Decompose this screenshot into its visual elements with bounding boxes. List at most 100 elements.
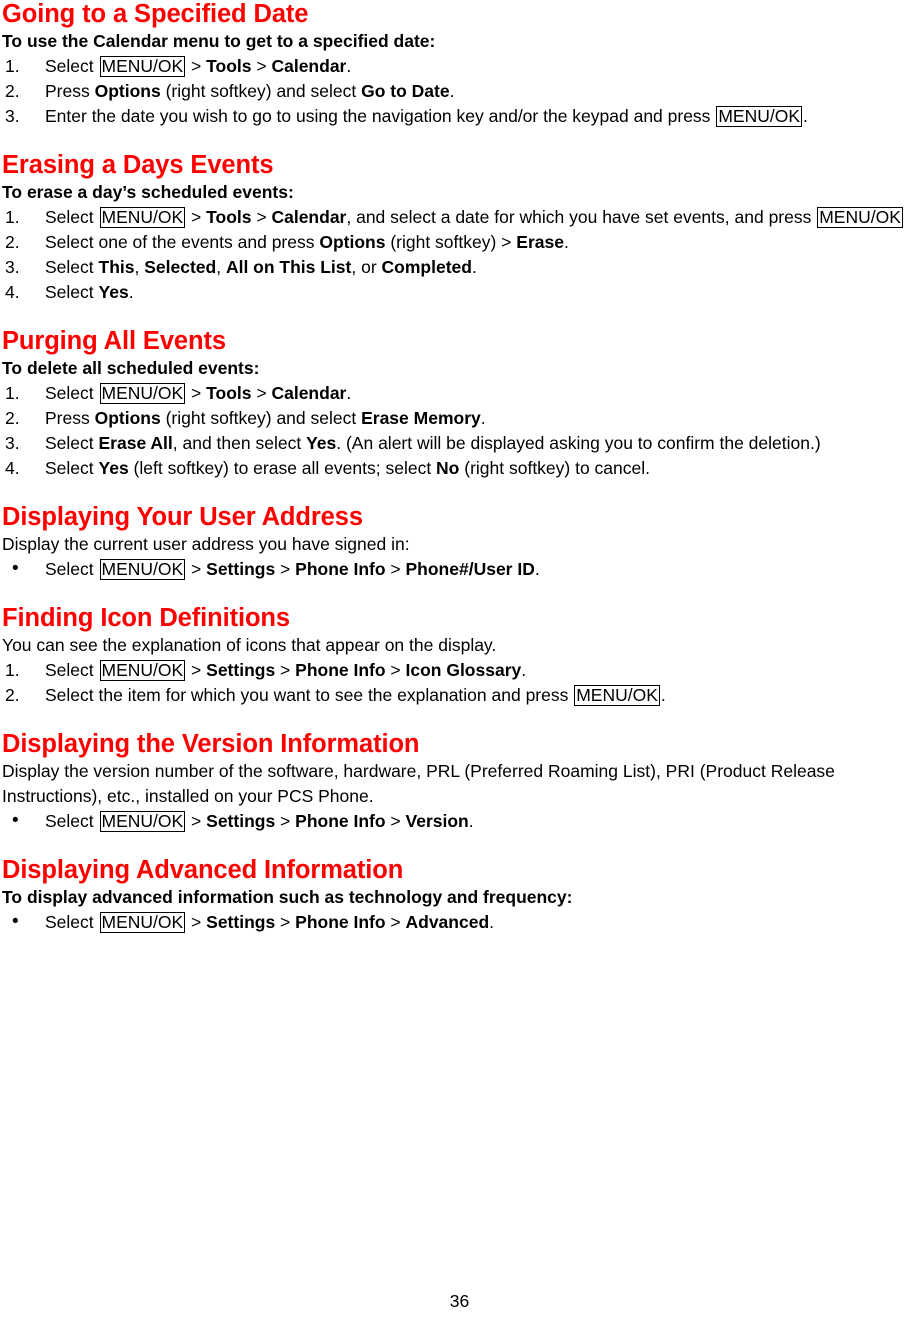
section-lead: To erase a day’s scheduled events:: [2, 182, 294, 202]
step-number: 1.: [5, 207, 20, 227]
text-run: Select: [45, 207, 99, 227]
menu-label: Tools: [206, 207, 252, 227]
step-text: Select one of the events and press Optio…: [45, 230, 911, 255]
bullet-list: • Select MENU/OK > Settings > Phone Info …: [2, 809, 911, 834]
step-item: • Select MENU/OK > Settings > Phone Info …: [2, 809, 911, 834]
menu-label: Settings: [206, 660, 276, 680]
step-item: 3. Enter the date you wish to go to using…: [2, 104, 911, 129]
menu-label: Calendar: [271, 207, 347, 227]
text-run: (right softkey) to cancel.: [459, 458, 651, 478]
section: Displaying Your User Address Display the …: [2, 503, 911, 604]
step-text: Select MENU/OK > Tools > Calendar, and s…: [45, 205, 911, 230]
text-run: Select: [45, 559, 99, 579]
step-item: 2. Press Options (right softkey) and sele…: [2, 406, 911, 431]
numbered-step-list: 1. Select MENU/OK > Tools > Calendar. 2. Pr…: [2, 54, 911, 129]
step-number: 2.: [5, 685, 20, 705]
menu-ok-key[interactable]: MENU/OK: [99, 56, 186, 77]
text-run: (right softkey) >: [385, 232, 517, 252]
menu-label: Phone Info: [295, 811, 386, 831]
text-run: Press: [45, 81, 95, 101]
menu-label: Erase: [516, 232, 564, 252]
menu-label: Erase Memory: [361, 408, 481, 428]
text-run: .: [468, 811, 474, 831]
text-run: . (An alert will be displayed asking you…: [336, 433, 821, 453]
menu-label: Settings: [206, 811, 276, 831]
section-lead: Display the version number of the softwa…: [2, 761, 835, 806]
step-item: 3. Select This, Selected, All on This Lis…: [2, 255, 911, 280]
menu-label: All on This List: [225, 257, 352, 277]
section-heading: Purging All Events: [2, 327, 226, 355]
step-item: 4. Select Yes (left softkey) to erase all…: [2, 456, 911, 481]
menu-ok-key[interactable]: MENU/OK: [99, 912, 186, 933]
text-run: >: [186, 660, 207, 680]
menu-ok-key[interactable]: MENU/OK: [99, 811, 186, 832]
text-run: >: [186, 207, 207, 227]
step-text: Select This, Selected, All on This List,…: [45, 255, 911, 280]
section: Going to a Specified Date To use the Cale…: [2, 0, 911, 151]
step-number: 1.: [5, 56, 20, 76]
menu-label: Completed: [381, 257, 472, 277]
step-text: Select MENU/OK > Settings > Phone Info >…: [45, 557, 911, 582]
step-number: 1.: [5, 660, 20, 680]
step-number: 1.: [5, 383, 20, 403]
text-run: (right softkey) and select: [160, 408, 362, 428]
section-heading: Finding Icon Definitions: [2, 604, 290, 632]
menu-ok-key[interactable]: MENU/OK: [99, 207, 186, 228]
section: Displaying the Version Information Displa…: [2, 730, 911, 856]
step-text: Press Options (right softkey) and select…: [45, 79, 911, 104]
menu-label: Selected: [144, 257, 217, 277]
bullet-list: • Select MENU/OK > Settings > Phone Info …: [2, 910, 911, 935]
text-run: >: [385, 811, 406, 831]
menu-label: Go to Date: [361, 81, 450, 101]
text-run: .: [521, 660, 527, 680]
step-number: 4.: [5, 282, 20, 302]
menu-ok-key[interactable]: MENU/OK: [817, 207, 903, 228]
text-run: .: [534, 559, 540, 579]
menu-label: Tools: [206, 56, 252, 76]
section-lead: To delete all scheduled events:: [2, 358, 260, 378]
text-run: >: [251, 383, 272, 403]
text-run: Select: [45, 912, 99, 932]
step-text: Select MENU/OK > Tools > Calendar.: [45, 54, 911, 79]
step-text: Select MENU/OK > Settings > Phone Info >…: [45, 658, 911, 683]
menu-label: Tools: [206, 383, 252, 403]
menu-ok-key[interactable]: MENU/OK: [99, 559, 186, 580]
step-item: 1. Select MENU/OK > Tools > Calendar, and…: [2, 205, 911, 230]
text-run: Select: [45, 383, 99, 403]
step-number: 2.: [5, 408, 20, 428]
text-run: .: [346, 383, 352, 403]
text-run: >: [275, 912, 296, 932]
text-run: Select: [45, 811, 99, 831]
menu-ok-key[interactable]: MENU/OK: [99, 383, 186, 404]
section-heading: Displaying Your User Address: [2, 503, 363, 531]
step-text: Select Erase All, and then select Yes. (…: [45, 431, 911, 456]
menu-ok-key[interactable]: MENU/OK: [574, 685, 660, 706]
menu-label: Erase All: [98, 433, 173, 453]
menu-label: Options: [319, 232, 386, 252]
step-text: Select MENU/OK > Tools > Calendar.: [45, 381, 911, 406]
text-run: .: [480, 408, 486, 428]
step-number: 3.: [5, 433, 20, 453]
menu-label: This: [98, 257, 135, 277]
text-run: .: [489, 912, 495, 932]
menu-ok-key[interactable]: MENU/OK: [716, 106, 802, 127]
menu-label: Calendar: [271, 56, 347, 76]
text-run: >: [186, 811, 207, 831]
step-text: Enter the date you wish to go to using t…: [45, 104, 911, 129]
section: Purging All Events To delete all schedule…: [2, 327, 911, 503]
text-run: Press: [45, 408, 95, 428]
step-number: 3.: [5, 106, 20, 126]
menu-ok-key[interactable]: MENU/OK: [99, 660, 186, 681]
section: Finding Icon Definitions You can see the …: [2, 604, 911, 730]
step-number: 3.: [5, 257, 20, 277]
step-number: 4.: [5, 458, 20, 478]
step-item: 1. Select MENU/OK > Tools > Calendar.: [2, 381, 911, 406]
text-run: ,: [216, 257, 226, 277]
text-run: .: [660, 685, 666, 705]
text-run: >: [385, 912, 406, 932]
